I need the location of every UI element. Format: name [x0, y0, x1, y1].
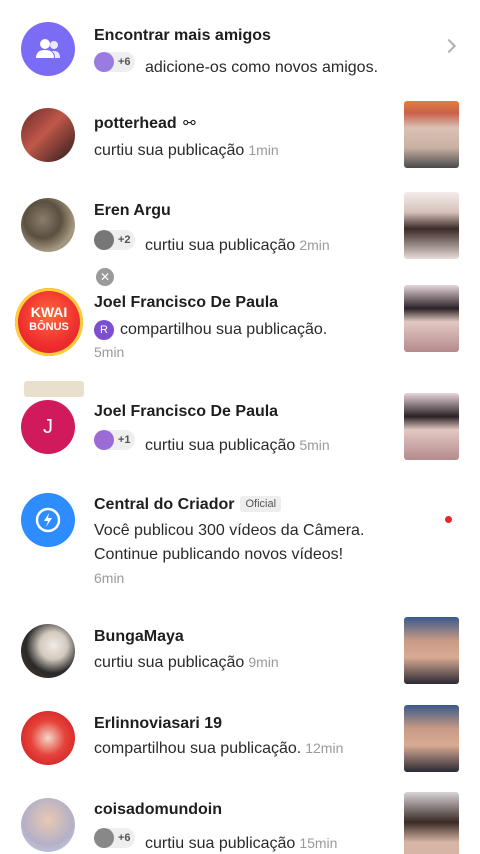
- find-friends-subtitle-line: +6 adicione-os como novos amigos.: [94, 52, 378, 77]
- notification-time: 5min: [299, 437, 330, 453]
- post-thumbnail[interactable]: [404, 792, 459, 854]
- notification-action: curtiu sua publicação: [94, 142, 245, 159]
- notification-user[interactable]: Joel Francisco De Paula: [94, 403, 278, 421]
- post-thumbnail[interactable]: [404, 101, 459, 168]
- liker-avatar-stack: +6: [94, 828, 135, 848]
- post-thumbnail[interactable]: [404, 617, 459, 684]
- user-avatar[interactable]: J: [21, 400, 75, 454]
- notification-action: curtiu sua publicação: [145, 835, 296, 852]
- find-friends-title: Encontrar mais amigos: [94, 27, 271, 44]
- notification-user[interactable]: potterhead ⚯: [94, 114, 196, 133]
- post-thumbnail[interactable]: [404, 285, 459, 352]
- notification-line1: Você publicou 300 vídeos da Câmera.: [94, 522, 365, 539]
- notification-item[interactable]: Central do Criador Oficial Você publicou …: [0, 476, 480, 612]
- notification-action: curtiu sua publicação: [145, 437, 296, 454]
- kwai-bonus-line2: BÔNUS: [29, 321, 69, 333]
- notification-time: 15min: [299, 835, 338, 851]
- notification-text: +6 curtiu sua publicação 15min: [94, 828, 337, 853]
- username: potterhead: [94, 115, 177, 132]
- post-thumbnail[interactable]: [404, 705, 459, 772]
- notification-time: 2min: [299, 237, 330, 253]
- notification-item[interactable]: Eren Argu +2 curtiu sua publicação 2min: [0, 186, 480, 276]
- kwai-bonus-badge[interactable]: KWAI BÔNUS: [15, 288, 83, 356]
- chevron-right-icon: [441, 38, 457, 54]
- user-avatar[interactable]: [21, 198, 75, 252]
- notification-text: Rcompartilhou sua publicação.: [94, 320, 327, 340]
- notification-item[interactable]: potterhead ⚯ curtiu sua publicação 1min: [0, 96, 480, 186]
- liker-avatar-stack: +1: [94, 430, 135, 450]
- notification-time: 1min: [248, 142, 279, 158]
- notification-list: Encontrar mais amigos +6 adicione-os com…: [0, 0, 480, 854]
- notification-action: curtiu sua publicação: [145, 237, 296, 254]
- lightning-icon: [35, 507, 61, 533]
- notification-time: 6min: [94, 570, 125, 586]
- notification-text: compartilhou sua publicação. 12min: [94, 740, 343, 758]
- notification-user[interactable]: Erlinnoviasari 19: [94, 715, 222, 733]
- close-icon[interactable]: ✕: [96, 268, 114, 286]
- notification-time: 9min: [248, 654, 279, 670]
- notification-item[interactable]: BungaMaya curtiu sua publicação 9min: [0, 612, 480, 700]
- add-friends-icon: [21, 22, 75, 76]
- notification-text: curtiu sua publicação 1min: [94, 142, 279, 160]
- friend-avatar-stack: +6: [94, 52, 135, 72]
- notification-user[interactable]: Eren Argu: [94, 202, 171, 220]
- mini-avatar: [94, 52, 114, 72]
- post-thumbnail[interactable]: [404, 393, 459, 460]
- glasses-icon: ⚯: [183, 115, 196, 132]
- find-friends-row[interactable]: Encontrar mais amigos +6 adicione-os com…: [0, 0, 480, 96]
- notification-item[interactable]: Erlinnoviasari 19 compartilhou sua publi…: [0, 700, 480, 788]
- notification-line2: Continue publicando novos vídeos!: [94, 546, 344, 563]
- liker-avatar-stack: +2: [94, 230, 135, 250]
- notification-action: compartilhou sua publicação.: [120, 321, 328, 339]
- notification-item[interactable]: J Joel Francisco De Paula +1 curtiu sua …: [0, 380, 480, 476]
- post-thumbnail[interactable]: [404, 192, 459, 259]
- find-friends-subtitle: adicione-os como novos amigos.: [145, 59, 379, 76]
- notification-user[interactable]: coisadomundoin: [94, 801, 222, 819]
- creator-center-avatar[interactable]: [21, 493, 75, 547]
- mini-avatar: [94, 230, 114, 250]
- mini-avatar: [94, 828, 114, 848]
- notification-item[interactable]: coisadomundoin +6 curtiu sua publicação 1…: [0, 788, 480, 854]
- notification-action: curtiu sua publicação: [94, 654, 245, 671]
- notification-user[interactable]: BungaMaya: [94, 628, 184, 646]
- unread-dot: [445, 516, 452, 523]
- mini-avatar: [94, 430, 114, 450]
- notification-user[interactable]: Joel Francisco De Paula: [94, 294, 278, 312]
- kwai-bonus-line1: KWAI: [30, 304, 68, 320]
- username: Central do Criador: [94, 496, 235, 513]
- notification-action: compartilhou sua publicação.: [94, 740, 302, 757]
- notification-text: curtiu sua publicação 9min: [94, 654, 279, 672]
- notification-user[interactable]: Central do Criador Oficial: [94, 496, 282, 514]
- official-badge: Oficial: [240, 496, 282, 512]
- notification-text: +1 curtiu sua publicação 5min: [94, 430, 330, 455]
- user-avatar[interactable]: [21, 711, 75, 765]
- user-avatar[interactable]: [21, 108, 75, 162]
- notification-text: +2 curtiu sua publicação 2min: [94, 230, 330, 255]
- user-avatar[interactable]: [21, 798, 75, 852]
- notification-time: 12min: [305, 740, 344, 756]
- user-avatar[interactable]: [21, 624, 75, 678]
